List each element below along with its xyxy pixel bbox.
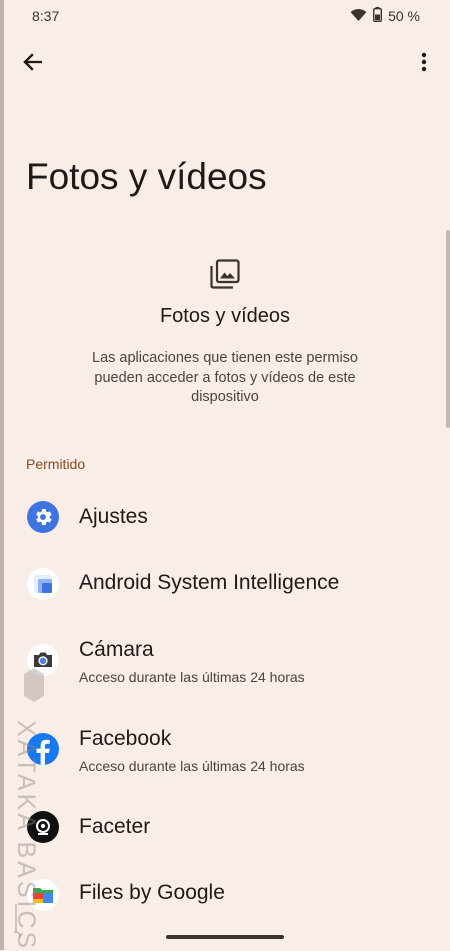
list-item-facebook[interactable]: Facebook Acceso durante las últimas 24 h…: [0, 704, 450, 793]
status-icons: 50 %: [350, 7, 420, 25]
app-access-subtitle: Acceso durante las últimas 24 horas: [79, 758, 305, 774]
app-name: Cámara: [79, 638, 154, 661]
list-item-camara[interactable]: Cámara Acceso durante las últimas 24 hor…: [0, 615, 450, 704]
battery-icon: [373, 7, 383, 25]
back-button[interactable]: [18, 48, 46, 76]
list-item-files-by-google[interactable]: Files by Google: [0, 859, 450, 925]
list-item-faceter[interactable]: Faceter: [0, 793, 450, 859]
app-name: Ajustes: [79, 505, 148, 528]
watermark-text: XATAKA BASICS: [12, 720, 40, 951]
top-app-bar: [0, 40, 450, 84]
list-item-ajustes[interactable]: Ajustes: [0, 483, 450, 549]
home-indicator[interactable]: [166, 935, 284, 939]
more-vert-icon: [421, 52, 427, 72]
scrollbar-thumb[interactable]: [446, 230, 450, 428]
status-time: 8:37: [32, 8, 60, 24]
list-item-android-system-intelligence[interactable]: Android System Intelligence: [0, 549, 450, 615]
app-access-subtitle: Acceso durante las últimas 24 horas: [79, 669, 305, 685]
status-bar: 8:37 50 %: [0, 0, 450, 32]
page-title: Fotos y vídeos: [26, 156, 267, 197]
back-arrow-icon: [23, 53, 42, 71]
wifi-icon: [350, 8, 367, 25]
android-system-intelligence-icon: [27, 568, 59, 600]
permission-description: Las aplicaciones que tienen este permiso…: [92, 350, 358, 405]
app-name: Android System Intelligence: [79, 571, 340, 594]
settings-icon: [27, 501, 59, 533]
permission-heading: Fotos y vídeos: [159, 305, 291, 327]
battery-percent: 50 %: [388, 8, 420, 24]
photo-library-icon: [209, 258, 241, 290]
app-name: Files by Google: [79, 881, 225, 904]
app-name: Facebook: [79, 727, 172, 750]
more-options-button[interactable]: [414, 48, 434, 76]
category-label-allowed: Permitido: [26, 456, 86, 472]
app-name: Faceter: [79, 815, 151, 838]
